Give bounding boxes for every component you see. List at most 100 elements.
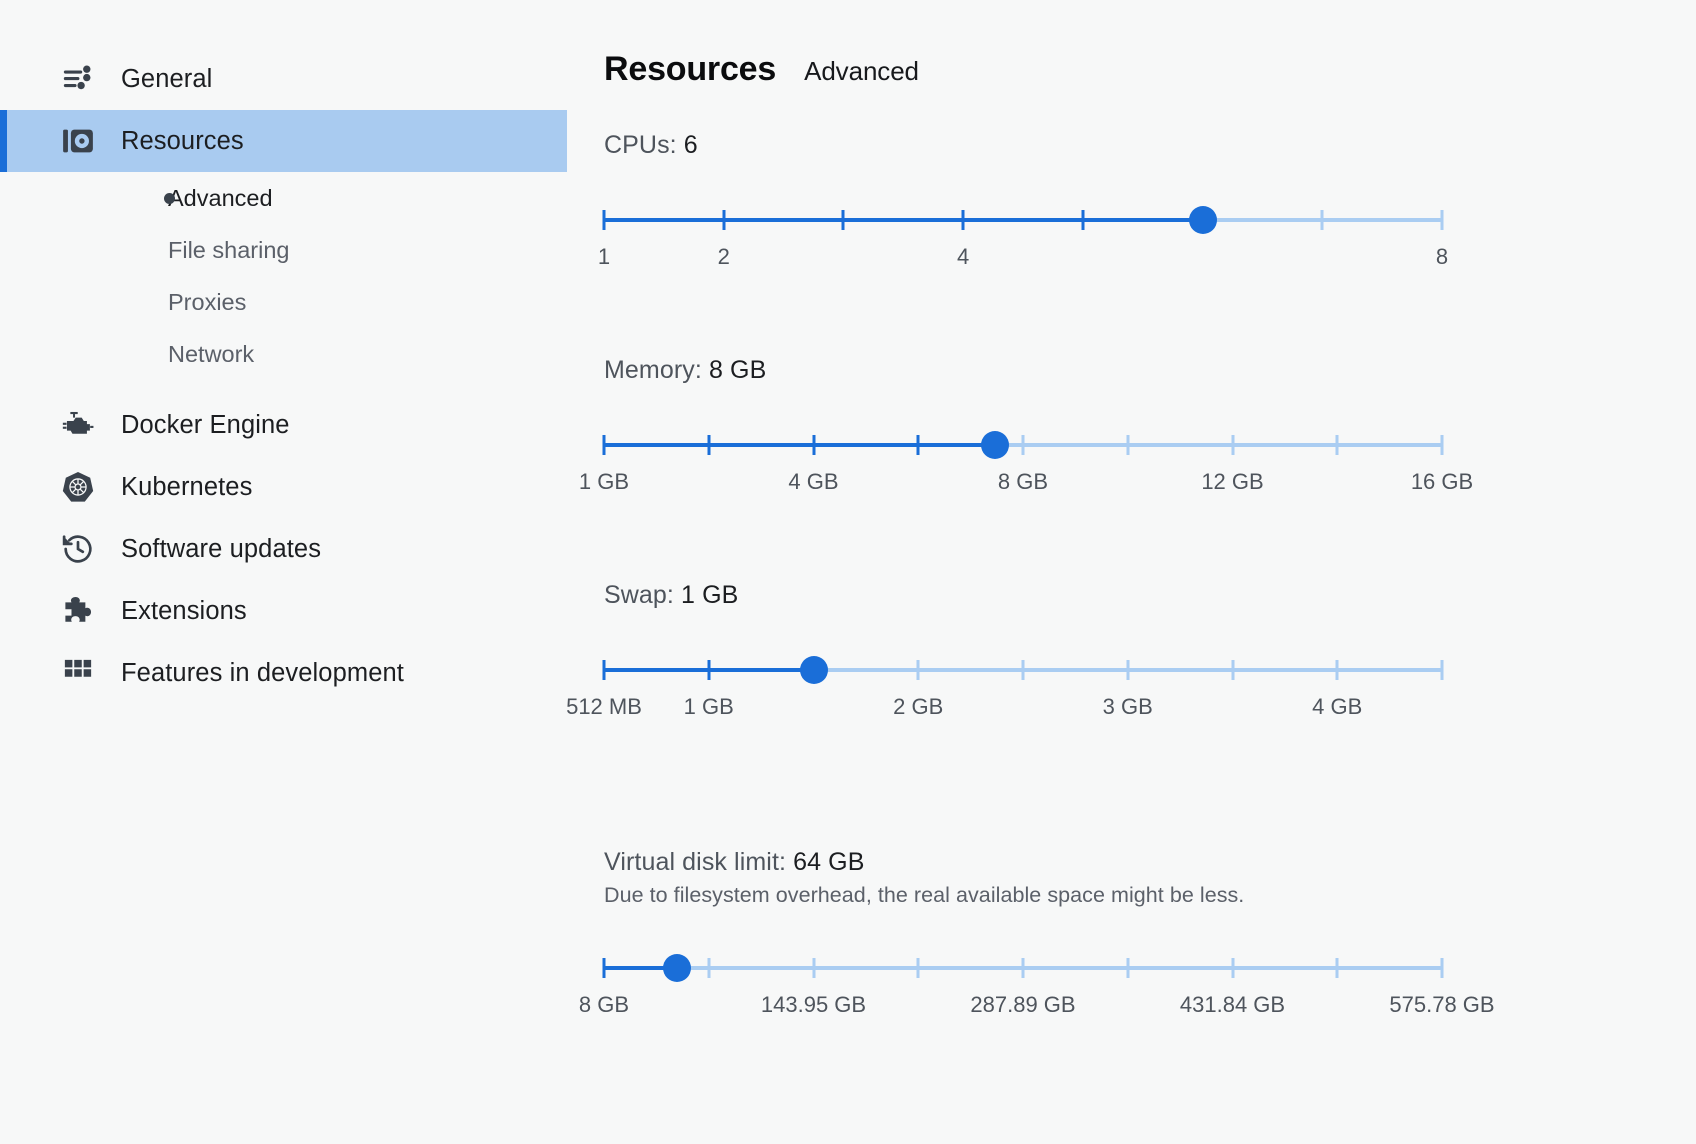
slider-tick: [707, 958, 711, 978]
sidebar-item-software-updates[interactable]: Software updates: [0, 518, 600, 580]
page-subtitle: Advanced: [804, 56, 919, 86]
clock-history-icon: [56, 532, 100, 566]
slider-label-prefix: CPUs:: [604, 131, 684, 159]
slider-tick: [1126, 958, 1130, 978]
slider-tick-label: 287.89 GB: [970, 992, 1076, 1017]
sidebar-subitem-proxies[interactable]: Proxies: [0, 276, 600, 328]
slider-tick-label: 2: [717, 244, 730, 269]
settings-sidebar: General Resources Advanced File sharing …: [0, 0, 600, 1144]
slider-tick-label: 4 GB: [788, 469, 839, 494]
slider-tick-label: 4: [957, 244, 970, 269]
slider-tick: [1126, 435, 1130, 455]
slider-block-memory: Memory: 8 GB 1 GB 4 GB 8 GB 12 GB 16 GB: [579, 356, 1696, 494]
slider-tick-label: 2 GB: [893, 694, 944, 719]
sidebar-item-label: Kubernetes: [121, 472, 253, 501]
slider-tick: [1126, 660, 1130, 680]
slider-value: 1 GB: [681, 581, 739, 609]
sidebar-item-label: Docker Engine: [121, 410, 290, 439]
slider-label-swap: Swap: 1 GB: [604, 581, 1696, 610]
slider-thumb-virtual-disk-limit[interactable]: [663, 954, 692, 982]
grid-icon: [56, 658, 100, 688]
slider-virtual-disk-limit[interactable]: 8 GB 143.95 GB 287.89 GB 431.84 GB 575.78 GB: [579, 940, 1495, 1017]
slider-block-cpus: CPUs: 6 1 2 4 8: [598, 131, 1696, 269]
slider-tick: [1335, 660, 1339, 680]
slider-tick-label: 8 GB: [578, 992, 630, 1017]
slider-label-prefix: Virtual disk limit:: [604, 848, 794, 876]
slider-swap[interactable]: 512 MB 1 GB 2 GB 3 GB 4 GB: [566, 642, 1444, 719]
slider-tick: [812, 958, 815, 978]
slider-value: 6: [683, 131, 698, 159]
slider-description-virtual-disk-limit: Due to filesystem overhead, the real ava…: [604, 883, 1245, 907]
sidebar-item-kubernetes[interactable]: Kubernetes: [0, 456, 600, 518]
kubernetes-helm-icon: [56, 470, 100, 504]
slider-tick-label: 431.84 GB: [1179, 992, 1286, 1017]
slider-tick: [707, 660, 711, 680]
sidebar-item-features-in-development[interactable]: Features in development: [0, 642, 600, 704]
slider-tick: [916, 660, 920, 680]
sidebar-subitem-label: Advanced: [168, 184, 273, 211]
slider-label-prefix: Memory:: [604, 356, 709, 384]
slider-thumb-memory[interactable]: [981, 431, 1010, 459]
slider-tick-label: 4 GB: [1312, 694, 1363, 719]
slider-tick-label: 512 MB: [566, 694, 642, 719]
slider-tick-labels: 512 MB 1 GB 2 GB 3 GB 4 GB: [566, 694, 1442, 724]
slider-value: 8 GB: [708, 356, 767, 384]
slider-cpus[interactable]: 1 2 4 8: [598, 192, 1448, 269]
slider-tick-label: 12 GB: [1201, 469, 1264, 494]
slider-tick-label: 1 GB: [683, 694, 734, 719]
slider-thumb-cpus[interactable]: [1188, 206, 1217, 234]
sliders-container: CPUs: 6 1 2 4 8 Memory: 8 GB 1 GB 4 GB 8 GB 12 GB…: [566, 131, 1696, 1017]
slider-tick: [812, 435, 815, 455]
slider-block-virtual-disk-limit: Virtual disk limit: 64 GB Due to filesyst…: [579, 848, 1696, 1017]
slider-tick: [1440, 958, 1444, 978]
slider-label-memory: Memory: 8 GB: [604, 356, 1696, 385]
slider-tick: [961, 210, 965, 230]
slider-value: 64 GB: [793, 848, 865, 876]
slider-tick: [722, 210, 726, 230]
slider-tick: [1231, 435, 1234, 455]
slider-tick: [1440, 210, 1444, 230]
slider-tick: [1081, 210, 1085, 230]
sidebar-subitem-label: Proxies: [168, 288, 247, 315]
bullet-icon: [164, 192, 175, 204]
slider-tick: [916, 958, 920, 978]
slider-thumb-swap[interactable]: [799, 656, 828, 684]
settings-window: General Resources Advanced File sharing …: [0, 0, 1696, 1144]
sidebar-item-docker-engine[interactable]: Docker Engine: [0, 394, 600, 456]
slider-tick: [1440, 435, 1444, 455]
slider-tick-labels: 8 GB 143.95 GB 287.89 GB 431.84 GB 575.78 GB: [579, 992, 1495, 1022]
sidebar-item-label: Resources: [121, 126, 244, 155]
slider-tick: [1231, 958, 1234, 978]
sidebar-item-label: Software updates: [121, 534, 322, 563]
slider-tick: [916, 435, 920, 455]
slider-tick-label: 8 GB: [997, 469, 1049, 494]
page-header: Resources Advanced: [604, 50, 1696, 89]
resources-advanced-panel: Resources Advanced CPUs: 6 1 2 4 8 Memory: 8 …: [566, 0, 1696, 1144]
slider-tick-label: 1 GB: [578, 469, 630, 494]
sidebar-subitem-label: Network: [168, 340, 255, 367]
slider-tick: [1320, 210, 1324, 230]
page-title: Resources: [604, 50, 777, 88]
slider-tick: [1440, 660, 1444, 680]
slider-memory[interactable]: 1 GB 4 GB 8 GB 12 GB 16 GB: [579, 417, 1473, 494]
sidebar-subitem-advanced[interactable]: Advanced: [0, 172, 600, 224]
sidebar-item-general[interactable]: General: [0, 48, 600, 110]
sidebar-item-resources[interactable]: Resources: [0, 110, 567, 172]
sidebar-item-extensions[interactable]: Extensions: [0, 580, 600, 642]
slider-tick: [1335, 958, 1339, 978]
sidebar-subitem-file-sharing[interactable]: File sharing: [0, 224, 600, 276]
slider-track-fill: [604, 218, 1203, 222]
slider-tick-labels: 1 2 4 8: [598, 244, 1448, 274]
slider-tick-labels: 1 GB 4 GB 8 GB 12 GB 16 GB: [579, 469, 1473, 499]
sidebar-item-label: Extensions: [121, 596, 247, 625]
slider-tick-label: 3 GB: [1102, 694, 1153, 719]
slider-tick-label: 16 GB: [1410, 469, 1474, 494]
slider-tick: [1021, 435, 1025, 455]
slider-tick: [602, 210, 606, 230]
sidebar-subitem-network[interactable]: Network: [0, 328, 600, 380]
resources-icon: [56, 124, 100, 158]
slider-tick: [602, 660, 606, 680]
engine-icon: [56, 408, 100, 442]
slider-tick-label: 575.78 GB: [1389, 992, 1495, 1017]
